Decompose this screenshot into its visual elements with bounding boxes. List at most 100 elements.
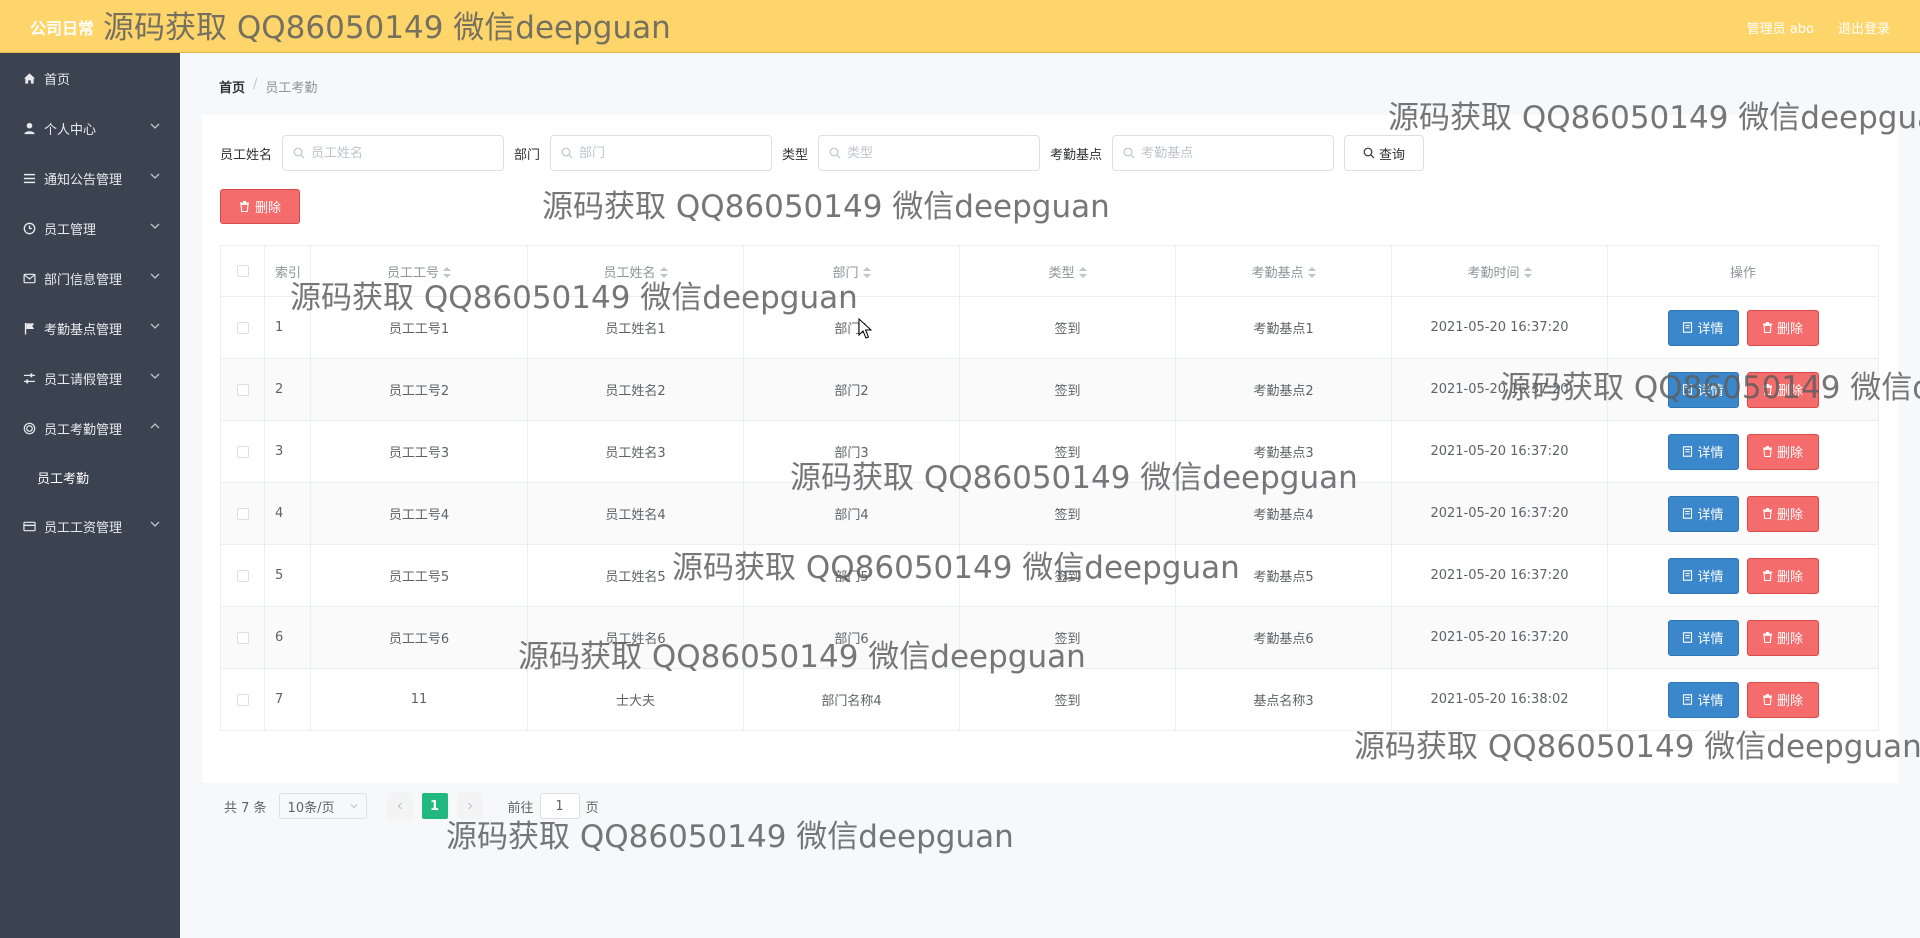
delete-button-label: 删除 xyxy=(1776,508,1803,523)
row-delete-button[interactable]: 删除 xyxy=(1746,433,1819,470)
column-label: 员工姓名 xyxy=(603,265,656,281)
detail-button[interactable]: 详情 xyxy=(1667,557,1739,594)
page-number-current[interactable]: 1 xyxy=(421,793,448,819)
employee-name-input[interactable] xyxy=(311,145,492,161)
cell-operations: 详情 删除 xyxy=(1607,668,1879,731)
sidebar-item-attendance-base[interactable]: 考勤基点管理 xyxy=(0,303,180,353)
next-page-button[interactable] xyxy=(456,793,483,819)
breadcrumb: 首页 / 员工考勤 xyxy=(219,77,317,96)
select-all-cell[interactable] xyxy=(220,245,265,297)
type-field[interactable] xyxy=(818,135,1041,171)
detail-button[interactable]: 详情 xyxy=(1667,681,1739,718)
search-icon xyxy=(1123,147,1135,159)
row-checkbox[interactable] xyxy=(236,507,249,520)
sort-icon[interactable] xyxy=(1307,267,1316,279)
column-header-type[interactable]: 类型 xyxy=(959,245,1176,297)
detail-button[interactable]: 详情 xyxy=(1667,495,1739,532)
row-select-cell[interactable] xyxy=(220,296,265,359)
row-delete-button[interactable]: 删除 xyxy=(1746,309,1819,346)
list-icon xyxy=(22,171,36,185)
row-checkbox[interactable] xyxy=(236,445,249,458)
cell-department: 部门5 xyxy=(743,544,960,607)
delete-button-label: 删除 xyxy=(1776,694,1803,709)
row-delete-button[interactable]: 删除 xyxy=(1746,557,1819,594)
row-checkbox[interactable] xyxy=(236,693,249,706)
column-header-attendance-time[interactable]: 考勤时间 xyxy=(1391,245,1608,297)
employee-name-field[interactable] xyxy=(282,135,505,171)
sidebar-item-notice[interactable]: 通知公告管理 xyxy=(0,153,180,203)
type-input[interactable] xyxy=(847,145,1028,161)
sort-icon[interactable] xyxy=(659,267,668,279)
sidebar-item-label: 员工工资管理 xyxy=(44,520,123,536)
cell-employee-no: 员工工号1 xyxy=(310,296,528,359)
cell-type: 签到 xyxy=(959,358,1176,421)
sidebar-item-salary[interactable]: 员工工资管理 xyxy=(0,501,180,551)
detail-button[interactable]: 详情 xyxy=(1667,619,1739,656)
logout-link[interactable]: 退出登录 xyxy=(1838,18,1890,37)
row-delete-button[interactable]: 删除 xyxy=(1746,619,1819,656)
breadcrumb-home[interactable]: 首页 xyxy=(219,77,245,96)
cell-attendance-time: 2021-05-20 16:37:20 xyxy=(1391,482,1608,545)
sort-icon[interactable] xyxy=(1078,267,1087,279)
batch-delete-button[interactable]: 删除 xyxy=(220,189,300,224)
row-select-cell[interactable] xyxy=(220,606,265,669)
current-user-label[interactable]: 管理员 abo xyxy=(1747,18,1814,37)
row-checkbox[interactable] xyxy=(236,631,249,644)
chevron-down-icon xyxy=(150,521,160,527)
detail-button[interactable]: 详情 xyxy=(1667,371,1739,408)
sidebar-item-label: 员工管理 xyxy=(44,222,97,238)
row-delete-button[interactable]: 删除 xyxy=(1746,495,1819,532)
sidebar-item-attendance[interactable]: 员工考勤管理 xyxy=(0,403,180,453)
row-delete-button[interactable]: 删除 xyxy=(1746,681,1819,718)
table-row: 7 11 士大夫 部门名称4 签到 基点名称3 2021-05-20 16:38… xyxy=(220,668,1879,731)
cell-department: 部门3 xyxy=(743,420,960,483)
sidebar-item-personal-center[interactable]: 个人中心 xyxy=(0,103,180,153)
sort-icon[interactable] xyxy=(443,267,451,279)
row-select-cell[interactable] xyxy=(220,420,265,483)
attendance-base-field[interactable] xyxy=(1112,135,1335,171)
department-input[interactable] xyxy=(579,145,760,161)
cell-operations: 详情 删除 xyxy=(1607,358,1879,421)
row-checkbox[interactable] xyxy=(236,569,249,582)
column-header-employee-no[interactable]: 员工工号 xyxy=(310,245,528,297)
table-header-row: 索引 员工工号 员工姓名 部门 类型 考勤基点 考勤时间 操作 xyxy=(220,245,1879,297)
department-field[interactable] xyxy=(550,135,773,171)
column-header-employee-name[interactable]: 员工姓名 xyxy=(527,245,744,297)
cell-attendance-time: 2021-05-20 16:37:20 xyxy=(1391,544,1608,607)
goto-page-input[interactable] xyxy=(539,793,580,819)
sidebar-item-department[interactable]: 部门信息管理 xyxy=(0,253,180,303)
row-delete-button[interactable]: 删除 xyxy=(1746,371,1819,408)
table-row: 2 员工工号2 员工姓名2 部门2 签到 考勤基点2 2021-05-20 16… xyxy=(220,358,1879,421)
query-button-label: 查询 xyxy=(1379,147,1406,163)
circle-icon xyxy=(22,421,36,435)
search-icon xyxy=(1363,147,1375,159)
row-select-cell[interactable] xyxy=(220,544,265,607)
column-header-attendance-base[interactable]: 考勤基点 xyxy=(1175,245,1392,297)
clock-icon xyxy=(22,221,36,235)
sidebar-item-leave[interactable]: 员工请假管理 xyxy=(0,353,180,403)
breadcrumb-separator: / xyxy=(253,77,258,92)
sidebar-item-home[interactable]: 首页 xyxy=(0,53,180,103)
detail-button[interactable]: 详情 xyxy=(1667,309,1739,346)
row-select-cell[interactable] xyxy=(220,482,265,545)
cell-operations: 详情 删除 xyxy=(1607,296,1879,359)
select-all-checkbox[interactable] xyxy=(236,265,249,277)
column-label: 类型 xyxy=(1048,265,1075,281)
row-checkbox[interactable] xyxy=(236,321,249,334)
sort-icon[interactable] xyxy=(1523,267,1532,279)
sort-icon[interactable] xyxy=(862,267,871,279)
prev-page-button[interactable] xyxy=(386,793,413,819)
sidebar-item-employee[interactable]: 员工管理 xyxy=(0,203,180,253)
cell-department: 部门名称4 xyxy=(743,668,960,731)
message-icon xyxy=(22,271,36,285)
cell-attendance-time: 2021-05-20 16:37:20 xyxy=(1391,296,1608,359)
row-select-cell[interactable] xyxy=(220,668,265,731)
column-header-department[interactable]: 部门 xyxy=(743,245,960,297)
page-size-select[interactable]: 10条/页 xyxy=(278,793,367,819)
query-button[interactable]: 查询 xyxy=(1344,135,1425,171)
row-checkbox[interactable] xyxy=(236,383,249,396)
attendance-base-input[interactable] xyxy=(1141,145,1322,161)
sidebar-subitem-attendance[interactable]: 员工考勤 xyxy=(0,453,180,501)
detail-button[interactable]: 详情 xyxy=(1667,433,1739,470)
row-select-cell[interactable] xyxy=(220,358,265,421)
